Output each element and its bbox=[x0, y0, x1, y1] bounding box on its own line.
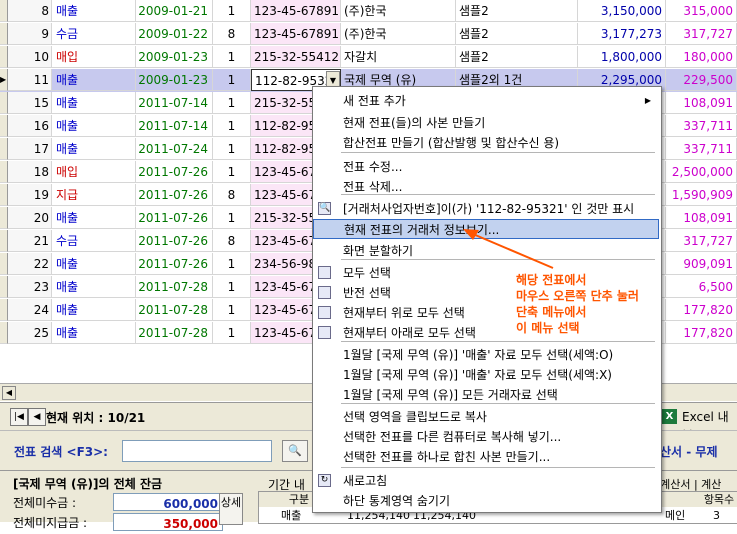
annotation-note: 해당 전표에서 마우스 오른쪽 단추 눌러 단축 메뉴에서 이 메뉴 선택 bbox=[516, 273, 639, 335]
annotation-arrow bbox=[463, 229, 554, 269]
